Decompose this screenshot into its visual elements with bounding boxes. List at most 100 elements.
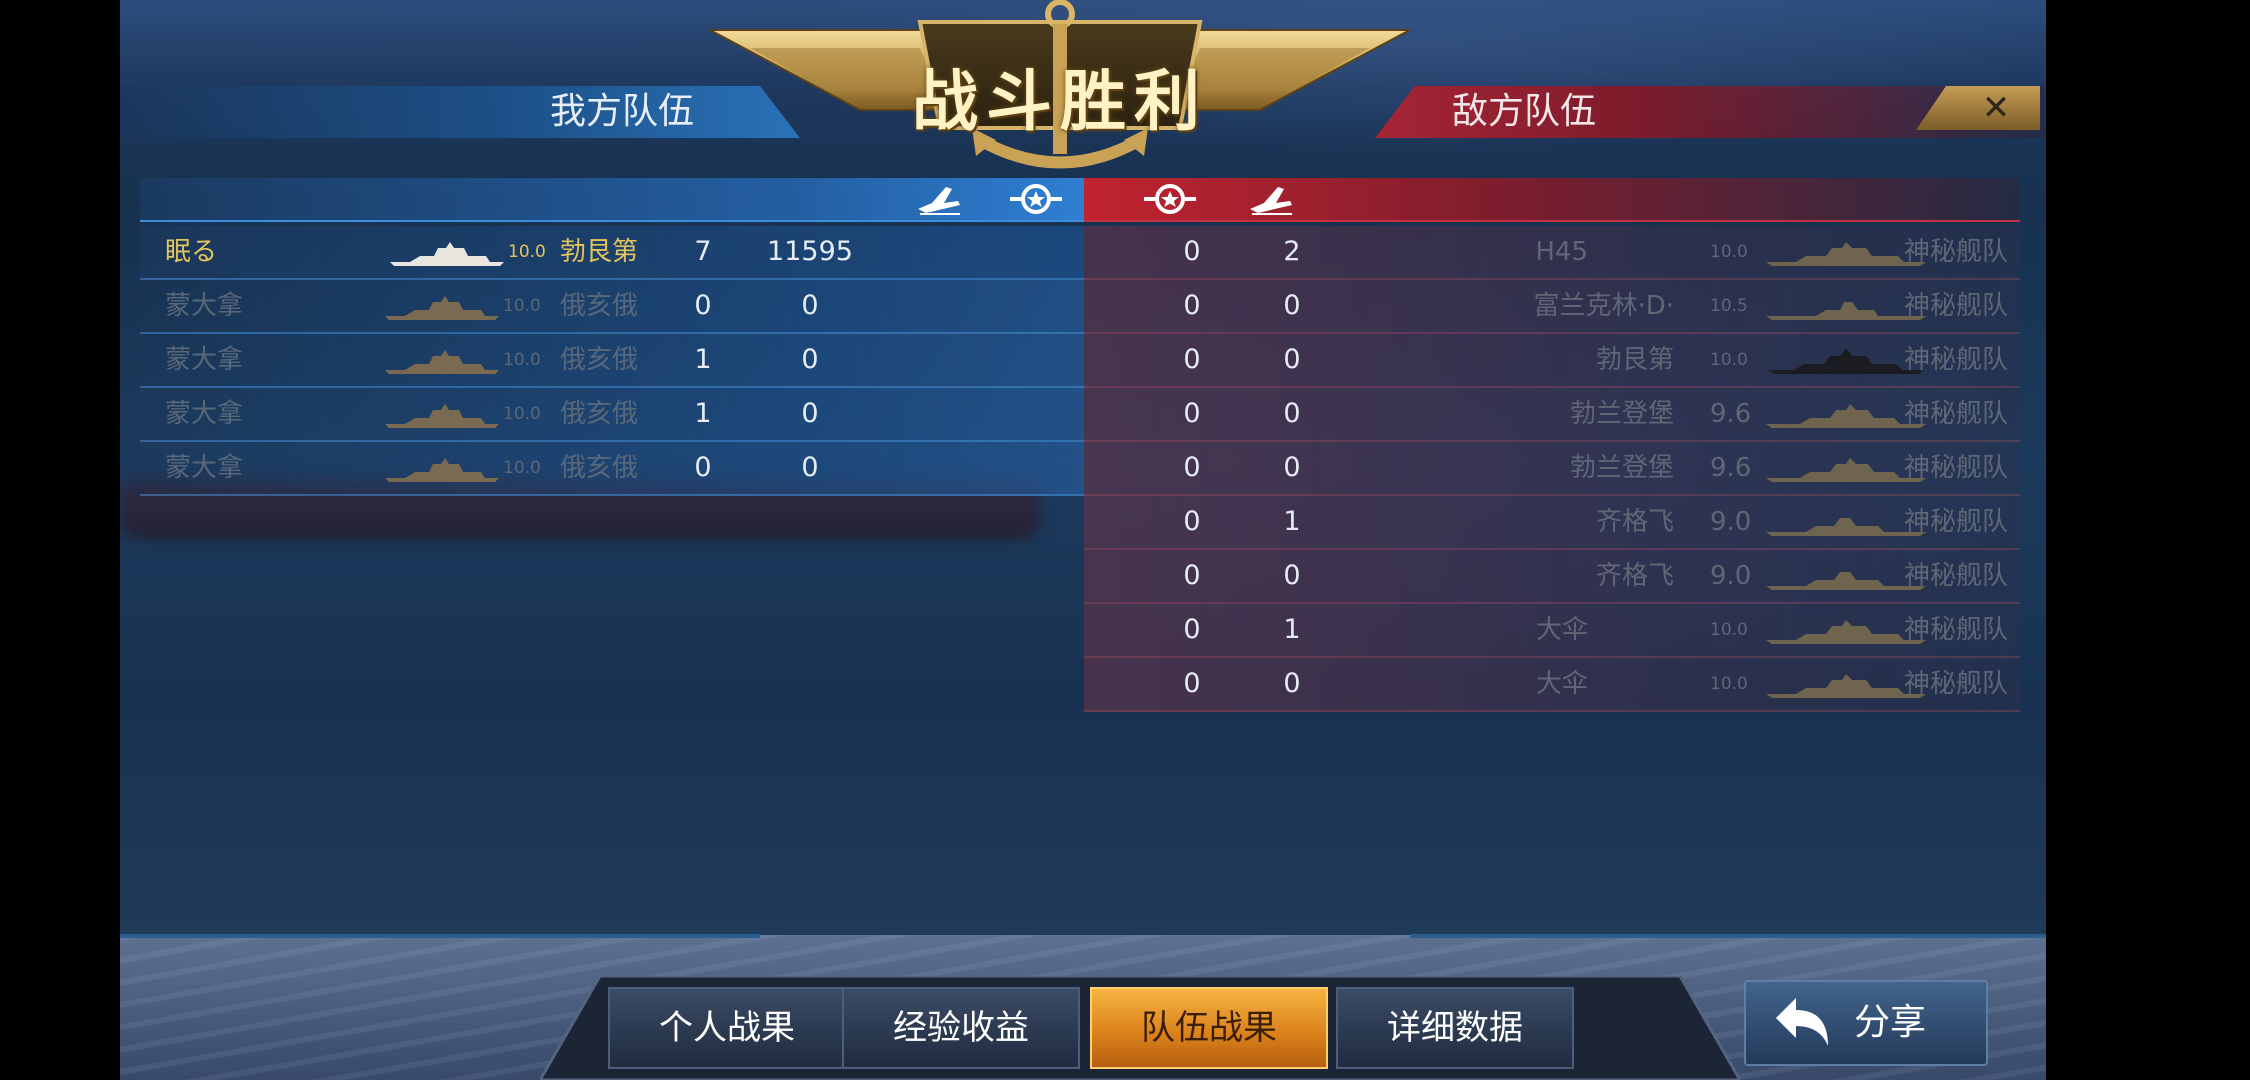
my-team-row[interactable]: 蒙大拿 10.0 俄亥俄 0 0: [140, 442, 1084, 496]
ship-tier: 10.0: [1710, 242, 1748, 262]
ship-name: 俄亥俄: [560, 453, 639, 483]
damage-value: 0: [1183, 668, 1201, 699]
share-label: 分享: [1854, 1002, 1927, 1043]
enemy-team-label: 敌方队伍: [1452, 91, 1597, 132]
enemy-team-row[interactable]: 0 2 H45 10.0 神秘舰队: [1084, 226, 2020, 280]
damage-value: 0: [1183, 398, 1201, 429]
kills-count: 1: [694, 344, 712, 375]
ship-name: 勃艮第: [1595, 345, 1674, 375]
damage-value: 11595: [767, 236, 853, 267]
ship-silhouette-icon: [1766, 572, 1926, 590]
damage-value: 0: [1183, 452, 1201, 483]
player-name: 蒙大拿: [165, 453, 244, 483]
ship-silhouette-icon: [1766, 458, 1926, 482]
ship-name: 富兰克林·D·: [1533, 291, 1674, 321]
player-name: 神秘舰队: [1904, 345, 2009, 375]
ship-name: 勃艮第: [560, 237, 639, 267]
bottom-divider-right: [1410, 934, 2046, 938]
plane-kill-icon: [1250, 187, 1292, 215]
ship-name: 齐格飞: [1595, 561, 1674, 591]
player-name: 神秘舰队: [1904, 291, 2009, 321]
kills-count: 0: [1283, 452, 1301, 483]
my-team-header-bar: [120, 86, 800, 138]
damage-value: 0: [1183, 290, 1201, 321]
tab-detailed-data[interactable]: 详细数据: [1336, 987, 1574, 1069]
kills-count: 0: [1283, 290, 1301, 321]
ship-tier: 10.0: [503, 296, 541, 316]
kills-count: 7: [694, 236, 712, 267]
ship-tier: 10.5: [1710, 296, 1748, 316]
ship-name: 勃兰登堡: [1569, 453, 1674, 483]
my-team-row[interactable]: 眠る 10.0 勃艮第 7 11595: [140, 226, 1084, 280]
ship-silhouette-icon: [1766, 302, 1926, 320]
ship-tier: 10.0: [1710, 350, 1748, 370]
damage-value: 0: [1183, 344, 1201, 375]
ship-name: 大伞: [1535, 615, 1588, 645]
tab-team-results[interactable]: 队伍战果: [1090, 987, 1328, 1069]
damage-value: 0: [801, 290, 819, 321]
tab-exp-rewards[interactable]: 经验收益: [842, 987, 1080, 1069]
ship-silhouette-icon: [385, 350, 499, 374]
enemy-team-column-header: [1084, 178, 2020, 222]
damage-value: 0: [1183, 506, 1201, 537]
my-team-row[interactable]: 蒙大拿 10.0 俄亥俄 1 0: [140, 334, 1084, 388]
ship-name: 俄亥俄: [560, 399, 639, 429]
player-name: 蒙大拿: [165, 399, 244, 429]
kills-count: 0: [1283, 560, 1301, 591]
damage-value: 0: [801, 344, 819, 375]
plane-kill-icon: [918, 187, 960, 215]
player-name: 蒙大拿: [165, 291, 244, 321]
ship-tier: 10.0: [503, 458, 541, 478]
ship-tier: 10.0: [503, 404, 541, 424]
enemy-team-row[interactable]: 0 0 富兰克林·D· 10.5 神秘舰队: [1084, 280, 2020, 334]
kills-count: 1: [1283, 614, 1301, 645]
player-name: 蒙大拿: [165, 345, 244, 375]
ship-tier: 10.0: [1710, 674, 1748, 694]
ship-silhouette-icon: [1766, 404, 1926, 428]
damage-value: 0: [1183, 614, 1201, 645]
back-arrow-icon: [1776, 998, 1828, 1046]
tab-personal-results[interactable]: 个人战果: [608, 987, 846, 1069]
player-name: 神秘舰队: [1904, 615, 2009, 645]
ship-tier: 9.0: [1710, 507, 1752, 537]
victory-title: 战斗胜利: [912, 63, 1208, 140]
battle-result-screen: 我方队伍 敌方队伍 ✕ 战斗胜利 眠る 10.0 勃艮第 7 11595 蒙大拿…: [120, 0, 2046, 1080]
ship-tier: 9.6: [1710, 399, 1752, 429]
enemy-team-row[interactable]: 0 1 大伞 10.0 神秘舰队: [1084, 604, 2020, 658]
player-name: 神秘舰队: [1904, 561, 2009, 591]
enemy-team-row[interactable]: 0 0 勃兰登堡 9.6 神秘舰队: [1084, 442, 2020, 496]
enemy-team-row[interactable]: 0 0 齐格飞 9.0 神秘舰队: [1084, 550, 2020, 604]
player-name: 眠る: [165, 237, 218, 267]
enemy-team-row[interactable]: 0 0 勃兰登堡 9.6 神秘舰队: [1084, 388, 2020, 442]
ship-silhouette-icon: [1766, 518, 1926, 536]
player-name: 神秘舰队: [1904, 453, 2009, 483]
ship-silhouette-icon: [1766, 674, 1926, 698]
ship-silhouette-icon: [385, 404, 499, 428]
damage-value: 0: [801, 398, 819, 429]
damage-value: 0: [801, 452, 819, 483]
player-name: 神秘舰队: [1904, 507, 2009, 537]
ship-silhouette-icon: [385, 296, 499, 320]
close-icon: ✕: [1981, 88, 2011, 128]
ship-tier: 10.0: [1710, 620, 1748, 640]
my-team-row[interactable]: 蒙大拿 10.0 俄亥俄 1 0: [140, 388, 1084, 442]
player-name: 神秘舰队: [1904, 399, 2009, 429]
damage-medal-icon: [1144, 184, 1196, 214]
ship-name: 齐格飞: [1595, 507, 1674, 537]
damage-value: 0: [1183, 560, 1201, 591]
kills-count: 0: [1283, 344, 1301, 375]
ship-name: 勃兰登堡: [1569, 399, 1674, 429]
damage-medal-icon: [1010, 184, 1062, 214]
ship-silhouette-icon: [390, 242, 504, 266]
enemy-team-row[interactable]: 0 1 齐格飞 9.0 神秘舰队: [1084, 496, 2020, 550]
share-button[interactable]: 分享: [1744, 980, 1988, 1066]
enemy-team-row[interactable]: 0 0 大伞 10.0 神秘舰队: [1084, 658, 2020, 712]
kills-count: 1: [694, 398, 712, 429]
kills-count: 0: [694, 290, 712, 321]
my-team-row[interactable]: 蒙大拿 10.0 俄亥俄 0 0: [140, 280, 1084, 334]
kills-count: 0: [1283, 668, 1301, 699]
ship-tier: 9.6: [1710, 453, 1752, 483]
ship-name: 俄亥俄: [560, 291, 639, 321]
enemy-team-row[interactable]: 0 0 勃艮第 10.0 神秘舰队: [1084, 334, 2020, 388]
my-team-label: 我方队伍: [550, 91, 695, 132]
